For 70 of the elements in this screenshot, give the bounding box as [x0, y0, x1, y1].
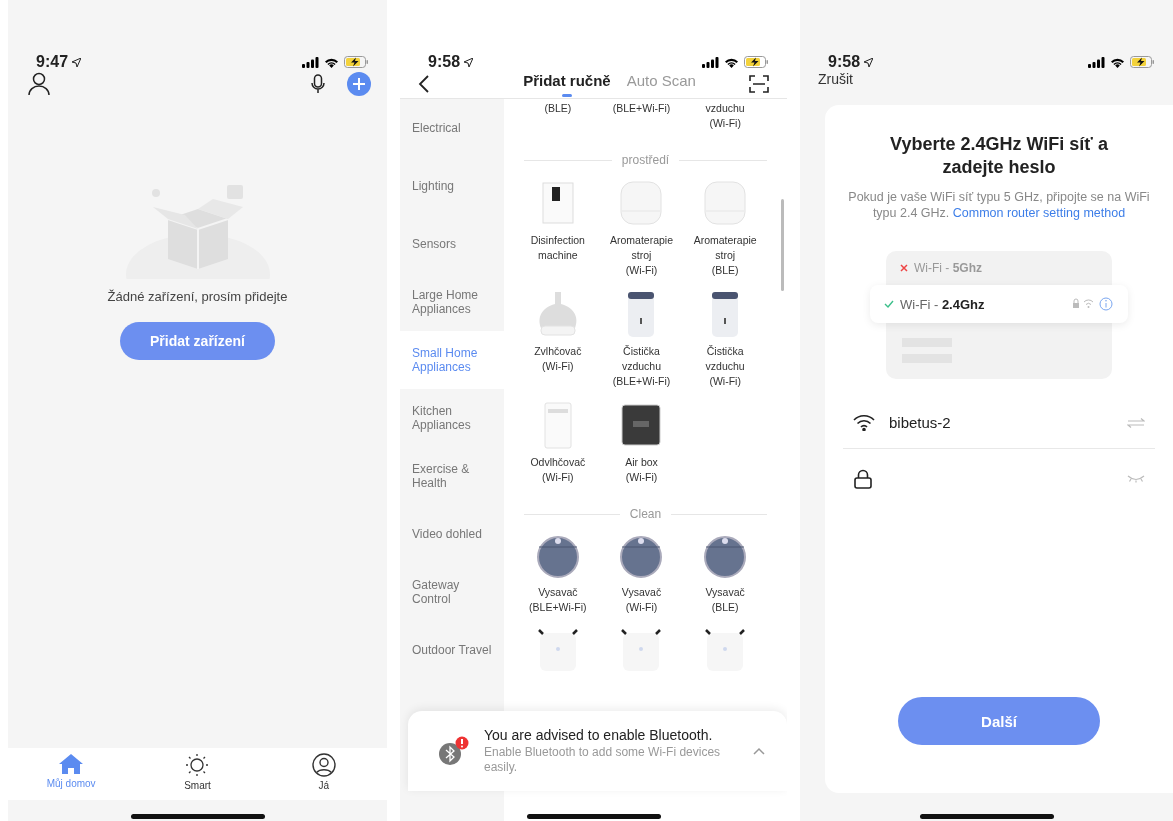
battery-charging-icon — [344, 56, 369, 68]
user-icon — [311, 753, 336, 777]
tab[interactable]: Přidat ručně — [523, 69, 611, 98]
microphone-icon[interactable] — [311, 74, 325, 94]
cancel-button[interactable]: Zrušit — [800, 69, 871, 89]
clock-time: 9:58 — [428, 53, 474, 71]
diffuser-drawing — [702, 179, 749, 227]
diffuser-drawing — [618, 179, 665, 227]
device-item[interactable]: vzduchu (Wi-Fi) — [683, 101, 767, 131]
network-label: Wi-Fi - 2.4Ghz — [900, 296, 985, 312]
battery-charging-icon — [1130, 56, 1155, 68]
banner-title: You are advised to enable Bluetooth. — [484, 727, 714, 743]
location-arrow-icon — [72, 57, 82, 67]
wifi-name-field[interactable]: bibetus-2 — [843, 397, 1155, 449]
device-item[interactable]: Zvlhčovač (Wi-Fi) — [516, 290, 600, 389]
wifi-icon — [324, 56, 339, 68]
device-item[interactable]: Disinfection machine — [516, 179, 600, 278]
category-item[interactable]: Large Home Appliances — [400, 273, 504, 331]
category-item[interactable]: Sensors — [400, 215, 504, 273]
device-item[interactable]: Odvlhčovač (Wi-Fi) — [516, 401, 600, 485]
network-label: Wi-Fi - 5Ghz — [914, 261, 982, 275]
section-heading: prostředí — [621, 153, 670, 167]
chevron-up-icon[interactable] — [753, 747, 765, 755]
device-item[interactable]: Čistička vzduchu (Wi-Fi) — [683, 290, 767, 389]
add-icon[interactable] — [347, 72, 371, 96]
lock-icon — [853, 469, 873, 489]
router-setting-link[interactable]: Common router setting method — [952, 206, 1126, 220]
location-arrow-icon — [464, 57, 474, 67]
device-item[interactable]: (BLE+Wi-Fi) — [599, 101, 684, 131]
location-arrow-icon — [864, 57, 874, 67]
wifi-icon — [853, 414, 875, 431]
switch-network-icon[interactable] — [1127, 417, 1145, 428]
device-item[interactable]: Vysavač (BLE) — [683, 533, 767, 615]
clock-time: 9:47 — [36, 53, 82, 71]
scan-icon[interactable] — [749, 74, 769, 93]
description-text: Pokud je vaše WiFi síť typu 5 GHz, připojte se na WiFi typu 2.4 GHz. Common router setting method — [847, 189, 1151, 221]
back-icon[interactable] — [418, 73, 430, 94]
device-item[interactable]: (BLE) — [516, 101, 600, 131]
tab-bar-item[interactable]: Smart — [157, 748, 238, 800]
category-item[interactable]: Gateway Control — [400, 563, 504, 621]
device-item[interactable]: Aromaterapie stroj (BLE) — [683, 179, 767, 278]
device-item[interactable]: Aromaterapie stroj (Wi-Fi) — [599, 179, 684, 278]
device-item[interactable]: Vysavač (Wi-Fi) — [599, 533, 684, 615]
signal-icon — [1088, 56, 1105, 68]
sun-icon — [185, 753, 210, 777]
tab-bar-item[interactable]: Můj domov — [31, 748, 112, 800]
category-item[interactable]: Electrical — [400, 99, 504, 157]
signal-icon — [702, 56, 719, 68]
banner-text: Enable Bluetooth to add some Wi-Fi devices easily. — [484, 745, 722, 775]
section-heading: Clean — [629, 507, 662, 521]
device-item[interactable]: Air box (Wi-Fi) — [599, 401, 684, 485]
dialog-title: Vyberte 2.4GHz WiFi síť a zadejte heslo — [889, 133, 1109, 179]
tab-bar-item[interactable]: Já — [283, 748, 364, 800]
wifi-icon — [724, 56, 739, 68]
category-item[interactable]: Video dohled — [400, 505, 504, 563]
device-item[interactable]: Čistička vzduchu (BLE+Wi-Fi) — [599, 290, 684, 389]
empty-state-text: Žádné zařízení, prosím přidejte — [107, 289, 288, 304]
category-item[interactable]: Exercise & Health — [400, 447, 504, 505]
category-item[interactable]: Outdoor Travel — [400, 621, 504, 679]
profile-icon[interactable] — [28, 72, 50, 96]
device-item[interactable]: Vysavač (BLE+Wi-Fi) — [516, 533, 600, 615]
wifi-icon — [1110, 56, 1125, 68]
category-item[interactable]: Kitchen Appliances — [400, 389, 504, 447]
eye-closed-icon[interactable] — [1127, 475, 1145, 483]
lock-wifi-info-icons — [1072, 297, 1114, 311]
category-item[interactable]: Lighting — [400, 157, 504, 215]
battery-charging-icon — [744, 56, 769, 68]
signal-icon — [302, 56, 319, 68]
home-icon — [58, 753, 85, 775]
clock-time: 9:58 — [828, 53, 874, 71]
